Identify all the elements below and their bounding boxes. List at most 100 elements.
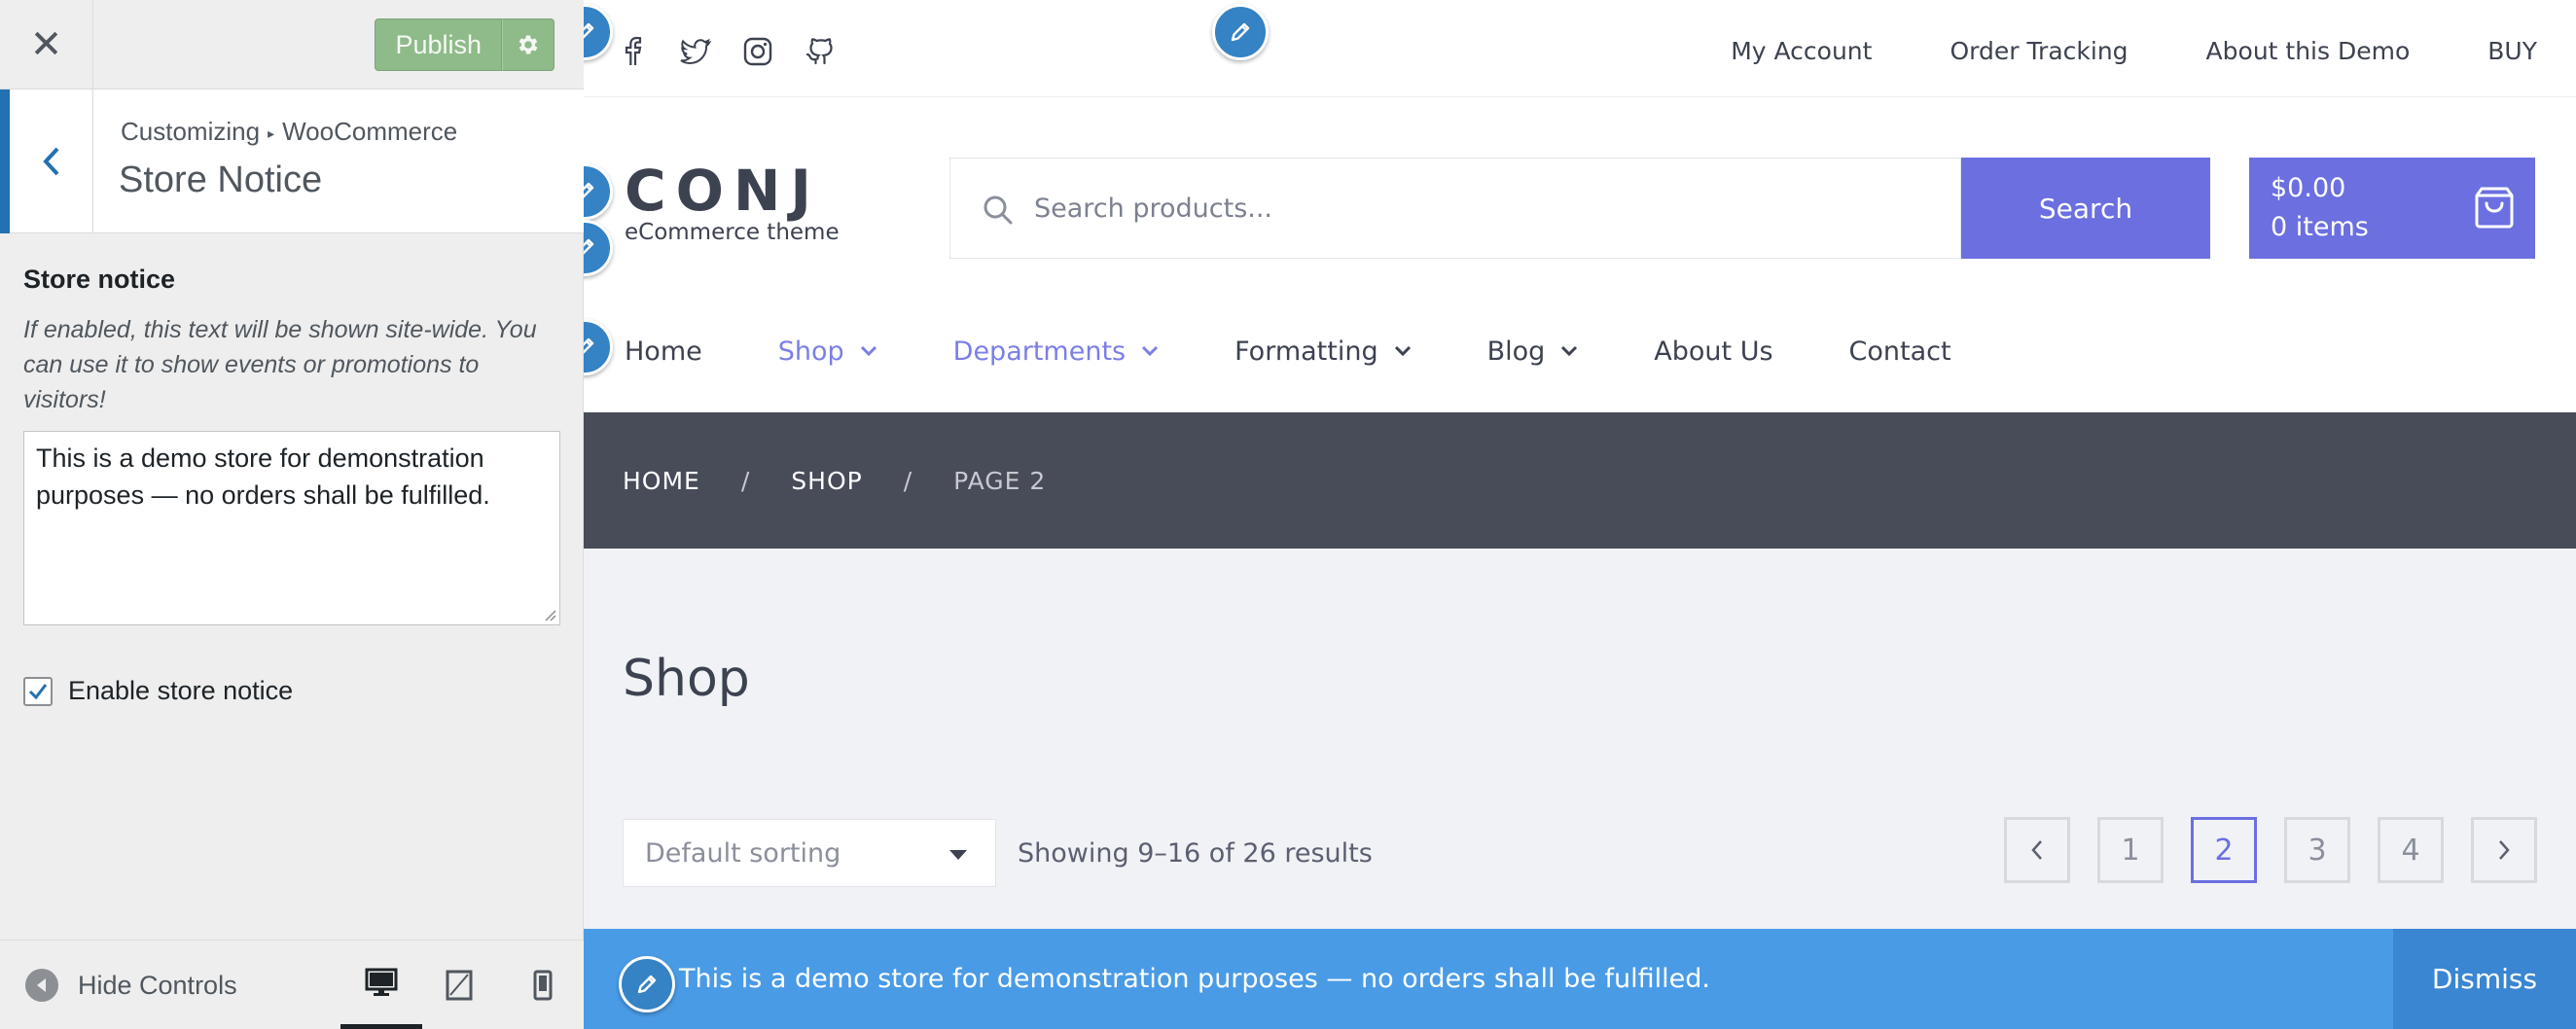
pagination-page-3[interactable]: 3: [2284, 817, 2350, 883]
publish-settings-button[interactable]: [502, 18, 555, 71]
sorting-selected-value: Default sorting: [645, 837, 841, 869]
customizer-header: ✕ Publish: [0, 0, 584, 89]
enable-notice-label: Enable store notice: [68, 676, 294, 705]
top-nav-my-account[interactable]: My Account: [1731, 37, 1872, 65]
desktop-preview-button[interactable]: [340, 940, 422, 1029]
pencil-icon: [1231, 22, 1250, 42]
resize-handle-icon[interactable]: [543, 608, 556, 621]
top-nav-buy[interactable]: BUY: [2487, 37, 2537, 65]
edit-shortcut-main-menu[interactable]: [584, 319, 613, 375]
checkmark-icon: [28, 683, 48, 699]
edit-shortcut-tagline[interactable]: [584, 220, 613, 276]
pencil-icon: [584, 337, 594, 354]
hide-controls-button[interactable]: Hide Controls: [25, 940, 237, 1029]
pagination-next-button[interactable]: [2471, 817, 2537, 883]
top-nav-order-tracking[interactable]: Order Tracking: [1950, 37, 2128, 65]
facebook-icon[interactable]: [617, 35, 650, 68]
nav-item-home[interactable]: Home: [625, 337, 702, 367]
enable-notice-row[interactable]: Enable store notice: [23, 676, 560, 706]
hide-controls-label: Hide Controls: [78, 970, 237, 1000]
site-logo[interactable]: CONJ: [625, 158, 821, 224]
search-box: [949, 158, 1961, 259]
search-icon: [984, 195, 1013, 225]
breadcrumb-current: PAGE 2: [953, 466, 1047, 495]
cart-item-count: 0 items: [2271, 212, 2369, 242]
mobile-icon: [533, 970, 553, 1001]
pencil-icon: [584, 182, 594, 198]
store-notice-textarea[interactable]: This is a demo store for demonstration p…: [23, 431, 560, 625]
section-header: Customizing ▸ WooCommerce Store Notice: [0, 89, 584, 233]
sorting-select[interactable]: Default sorting: [623, 819, 996, 887]
nav-item-blog[interactable]: Blog: [1487, 337, 1579, 367]
shopping-bag-icon: [2475, 187, 2514, 229]
gear-icon: [519, 35, 538, 54]
dismiss-notice-button[interactable]: Dismiss: [2393, 929, 2576, 1029]
nav-item-contact[interactable]: Contact: [1849, 337, 1951, 367]
nav-label: Departments: [952, 336, 1127, 367]
top-nav-about-demo[interactable]: About this Demo: [2206, 37, 2411, 65]
pencil-icon: [637, 975, 657, 994]
nav-label: Contact: [1848, 336, 1951, 367]
customizer-footer: Hide Controls: [0, 940, 584, 1029]
tablet-preview-button[interactable]: [418, 940, 500, 1029]
edit-shortcut-store-notice[interactable]: [619, 956, 675, 1012]
pagination-page-2-current[interactable]: 2: [2191, 817, 2257, 883]
pagination: 1 2 3 4: [1977, 817, 2537, 883]
breadcrumb-root: Customizing: [121, 117, 261, 146]
main-navigation: Home Shop Departments Formatting Blog Ab…: [625, 327, 2027, 375]
close-customizer-button[interactable]: ✕: [0, 0, 93, 89]
control-label: Store notice: [23, 265, 176, 294]
top-bar: My Account Order Tracking About this Dem…: [584, 0, 2576, 97]
pagination-page-4[interactable]: 4: [2378, 817, 2444, 883]
result-count: Showing 9–16 of 26 results: [1018, 837, 1373, 869]
cart-button[interactable]: $0.00 0 items: [2249, 158, 2535, 259]
site-tagline: eCommerce theme: [625, 220, 840, 245]
github-icon[interactable]: [804, 35, 837, 68]
enable-notice-checkbox[interactable]: [23, 676, 53, 706]
nav-item-about-us[interactable]: About Us: [1654, 337, 1772, 367]
search-input[interactable]: [1034, 159, 1910, 258]
chevron-down-icon: [1142, 345, 1159, 357]
breadcrumb-separator-icon: ▸: [268, 124, 275, 141]
section-title: Store Notice: [119, 160, 323, 200]
back-button[interactable]: [0, 89, 93, 233]
desktop-icon: [365, 968, 398, 996]
close-icon: ✕: [29, 23, 63, 66]
chevron-right-icon: [2499, 840, 2510, 860]
top-navigation: My Account Order Tracking About this Dem…: [1653, 0, 2537, 101]
twitter-icon[interactable]: [679, 35, 712, 68]
chevron-left-icon: [42, 147, 58, 176]
edit-shortcut-logo[interactable]: [584, 163, 613, 220]
nav-item-departments[interactable]: Departments: [953, 337, 1159, 367]
search-button[interactable]: Search: [1961, 158, 2210, 259]
chevron-left-icon: [2031, 840, 2042, 860]
nav-label: About Us: [1654, 336, 1773, 367]
mobile-preview-button[interactable]: [502, 940, 584, 1029]
nav-item-shop[interactable]: Shop: [778, 337, 877, 367]
instagram-icon[interactable]: [741, 35, 774, 68]
pagination-page-1[interactable]: 1: [2097, 817, 2164, 883]
customizer-panel: ✕ Publish Customizing ▸ WooCommerce Store …: [0, 0, 584, 1029]
breadcrumb-separator: /: [903, 466, 913, 495]
textarea-value: This is a demo store for demonstration p…: [36, 444, 490, 510]
breadcrumb-section: WooCommerce: [282, 117, 458, 146]
chevron-down-icon: [1561, 345, 1578, 357]
edit-shortcut-top-menu[interactable]: [1212, 4, 1269, 60]
caret-down-icon: [949, 850, 967, 860]
nav-label: Blog: [1486, 336, 1546, 367]
tablet-icon: [446, 970, 473, 1001]
chevron-down-icon: [1394, 345, 1411, 357]
cart-amount: $0.00: [2271, 173, 2346, 203]
breadcrumb-home[interactable]: HOME: [623, 467, 700, 495]
nav-label: Home: [625, 336, 702, 367]
store-notice-bar: This is a demo store for demonstration p…: [584, 929, 2576, 1029]
breadcrumb: HOME / SHOP / PAGE 2: [584, 412, 2576, 549]
breadcrumb-shop[interactable]: SHOP: [791, 467, 862, 495]
nav-label: Shop: [777, 336, 844, 367]
breadcrumb-separator: /: [740, 466, 751, 495]
nav-item-formatting[interactable]: Formatting: [1234, 337, 1412, 367]
store-notice-control: Store notice If enabled, this text will …: [23, 265, 560, 706]
publish-button[interactable]: Publish: [375, 18, 502, 71]
pagination-prev-button[interactable]: [2004, 817, 2070, 883]
page-title: Shop: [623, 650, 750, 708]
